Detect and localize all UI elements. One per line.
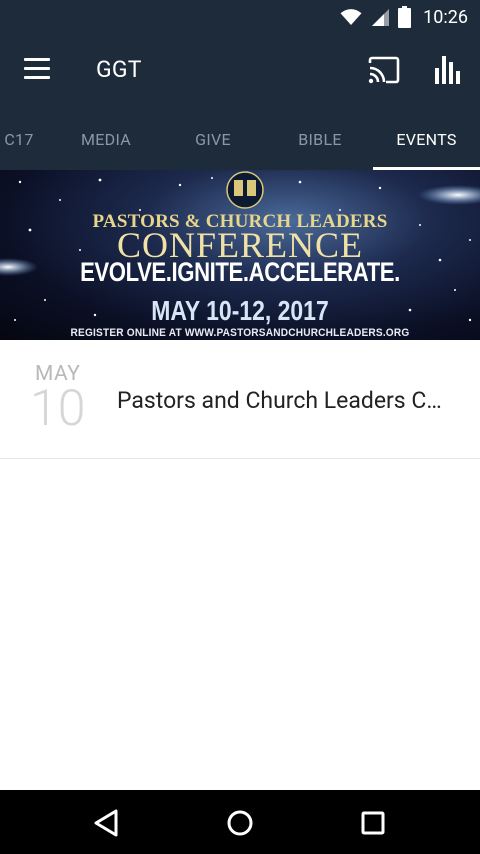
tab-label: EVENTS [396, 129, 457, 149]
tab-label: BIBLE [298, 129, 342, 149]
banner-tagline: EVOLVE.IGNITE.ACCELERATE. [80, 257, 400, 287]
status-time: 10:26 [423, 6, 468, 28]
event-day: 10 [30, 380, 86, 438]
bar-chart-icon[interactable] [434, 54, 462, 84]
tab-events[interactable]: EVENTS [373, 108, 480, 170]
recents-icon[interactable] [356, 806, 390, 840]
tab-label: C17 [4, 129, 34, 149]
tab-label: GIVE [195, 129, 231, 149]
list-item[interactable]: MAY 10 Pastors and Church Leaders C… [0, 340, 480, 459]
tab-media[interactable]: MEDIA [53, 108, 159, 170]
screen: 10:26 GGT C17 MEDIA GIVE BIBLE EVENTS PA… [0, 0, 480, 854]
wifi-icon [340, 9, 362, 25]
home-icon[interactable] [223, 806, 257, 840]
app-bar: GGT [0, 34, 480, 108]
tab-label: MEDIA [81, 129, 131, 149]
tab-bar: C17 MEDIA GIVE BIBLE EVENTS [0, 108, 480, 170]
tab-give[interactable]: GIVE [160, 108, 266, 170]
cell-signal-icon [372, 9, 390, 26]
tab-c17[interactable]: C17 [0, 108, 50, 170]
app-title: GGT [96, 56, 142, 83]
event-banner[interactable]: PASTORS & CHURCH LEADERS CONFERENCE EVOL… [0, 170, 480, 340]
banner-register: REGISTER ONLINE AT WWW.PASTORSANDCHURCHL… [70, 327, 410, 339]
event-title: Pastors and Church Leaders C… [117, 387, 442, 414]
back-icon[interactable] [90, 806, 124, 840]
banner-date: MAY 10-12, 2017 [151, 295, 329, 326]
cast-icon[interactable] [367, 56, 401, 84]
menu-icon[interactable] [24, 58, 50, 80]
battery-icon [398, 6, 412, 28]
conference-logo [226, 171, 264, 209]
system-nav-bar [0, 790, 480, 854]
status-bar: 10:26 [0, 0, 480, 34]
tab-bible[interactable]: BIBLE [267, 108, 373, 170]
